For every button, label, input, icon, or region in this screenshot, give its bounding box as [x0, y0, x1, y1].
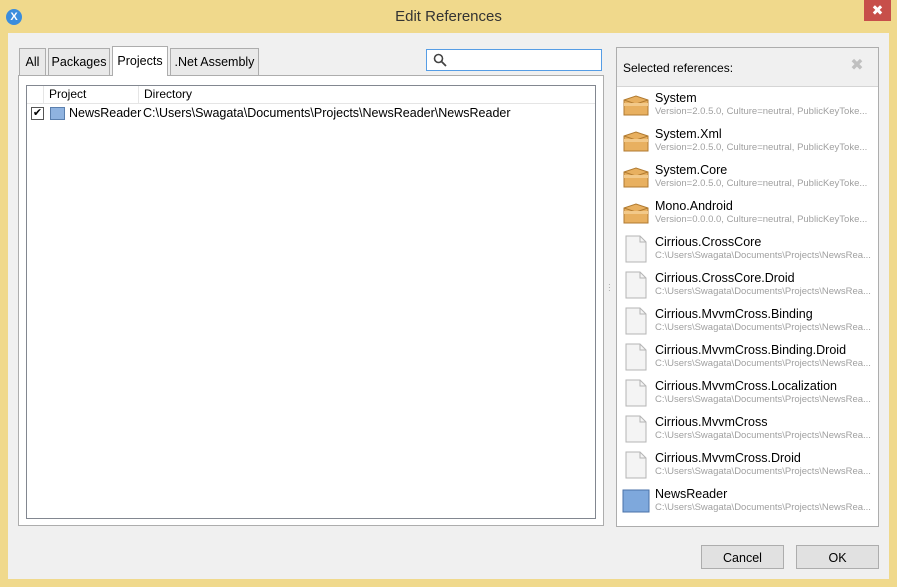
window-title: Edit References: [395, 8, 502, 25]
remove-x-icon[interactable]: ✖: [850, 58, 864, 74]
reference-detail: C:\Users\Swagata\Documents\Projects\News…: [655, 502, 871, 513]
file-icon: [622, 235, 650, 263]
reference-detail: C:\Users\Swagata\Documents\Projects\News…: [655, 286, 871, 297]
cell-project: NewsReader: [69, 106, 142, 120]
reference-detail: Version=2.0.5.0, Culture=neutral, Public…: [655, 106, 868, 117]
file-icon: [622, 379, 650, 407]
reference-name: Cirrious.CrossCore: [655, 235, 762, 249]
file-icon: [622, 271, 650, 299]
cell-directory: C:\Users\Swagata\Documents\Projects\News…: [143, 106, 511, 120]
reference-name: Cirrious.CrossCore.Droid: [655, 271, 795, 285]
reference-item[interactable]: Cirrious.MvvmCross C:\Users\Swagata\Docum…: [617, 411, 878, 447]
reference-detail: C:\Users\Swagata\Documents\Projects\News…: [655, 322, 871, 333]
reference-name: System: [655, 91, 697, 105]
reference-name: System.Core: [655, 163, 728, 177]
reference-item[interactable]: Mono.Android Version=0.0.0.0, Culture=neu…: [617, 195, 878, 231]
package-icon: [622, 127, 650, 155]
file-icon: [622, 307, 650, 335]
reference-item[interactable]: Cirrious.MvvmCross.Localization C:\Users\…: [617, 375, 878, 411]
reference-item[interactable]: System Version=2.0.5.0, Culture=neutral, …: [617, 87, 878, 123]
reference-item[interactable]: System.Xml Version=2.0.5.0, Culture=neutr…: [617, 123, 878, 159]
column-header-project[interactable]: Project: [43, 86, 138, 103]
project-icon: [50, 107, 65, 120]
reference-detail: C:\Users\Swagata\Documents\Projects\News…: [655, 430, 871, 441]
reference-name: Cirrious.MvvmCross: [655, 415, 768, 429]
tab-all[interactable]: All: [19, 48, 46, 75]
reference-name: Cirrious.MvvmCross.Binding: [655, 307, 813, 321]
title-bar: X Edit References ✖: [0, 0, 897, 33]
reference-item[interactable]: Cirrious.MvvmCross.Droid C:\Users\Swagata…: [617, 447, 878, 483]
reference-detail: C:\Users\Swagata\Documents\Projects\News…: [655, 394, 871, 405]
package-icon: [622, 199, 650, 227]
reference-item[interactable]: Cirrious.MvvmCross.Binding C:\Users\Swaga…: [617, 303, 878, 339]
reference-item[interactable]: System.Core Version=2.0.5.0, Culture=neut…: [617, 159, 878, 195]
reference-item[interactable]: Cirrious.CrossCore C:\Users\Swagata\Docum…: [617, 231, 878, 267]
selected-references-panel: Selected references: ✖ System Version=2.0…: [616, 47, 879, 527]
reference-name: Cirrious.MvvmCross.Localization: [655, 379, 837, 393]
file-icon: [622, 415, 650, 443]
reference-item[interactable]: Cirrious.CrossCore.Droid C:\Users\Swagata…: [617, 267, 878, 303]
project-icon: [622, 487, 650, 515]
reference-name: NewsReader: [655, 487, 728, 501]
reference-name: System.Xml: [655, 127, 722, 141]
package-icon: [622, 163, 650, 191]
reference-item[interactable]: NewsReader C:\Users\Swagata\Documents\Pro…: [617, 483, 878, 519]
search-input[interactable]: [449, 51, 597, 69]
splitter-grip[interactable]: · · ·: [608, 281, 611, 295]
tab-net-assembly[interactable]: .Net Assembly: [170, 48, 259, 75]
cancel-button[interactable]: Cancel: [701, 545, 784, 569]
selected-references-title: Selected references:: [623, 61, 734, 75]
search-icon: [433, 53, 447, 67]
ok-button[interactable]: OK: [796, 545, 879, 569]
tab-packages[interactable]: Packages: [48, 48, 110, 75]
dialog-body: All Packages Projects .Net Assembly Proj…: [8, 33, 889, 579]
table-row[interactable]: ✔ NewsReader C:\Users\Swagata\Documents\…: [27, 104, 595, 124]
reference-name: Cirrious.MvvmCross.Binding.Droid: [655, 343, 847, 357]
close-button[interactable]: ✖: [864, 0, 891, 21]
tab-projects[interactable]: Projects: [112, 46, 168, 76]
selected-references-header: Selected references: ✖: [617, 48, 878, 87]
reference-detail: C:\Users\Swagata\Documents\Projects\News…: [655, 250, 871, 261]
reference-detail: Version=2.0.5.0, Culture=neutral, Public…: [655, 178, 868, 189]
column-header-directory[interactable]: Directory: [138, 86, 595, 103]
package-icon: [622, 91, 650, 119]
reference-detail: Version=0.0.0.0, Culture=neutral, Public…: [655, 214, 868, 225]
project-checkbox[interactable]: ✔: [31, 107, 44, 120]
file-icon: [622, 451, 650, 479]
reference-name: Cirrious.MvvmCross.Droid: [655, 451, 801, 465]
reference-detail: C:\Users\Swagata\Documents\Projects\News…: [655, 358, 871, 369]
projects-table: Project Directory ✔ NewsReader C:\Users\…: [26, 85, 596, 519]
reference-detail: C:\Users\Swagata\Documents\Projects\News…: [655, 466, 871, 477]
search-box[interactable]: [426, 49, 602, 71]
table-header: Project Directory: [27, 86, 595, 104]
reference-name: Mono.Android: [655, 199, 733, 213]
file-icon: [622, 343, 650, 371]
reference-item[interactable]: Cirrious.MvvmCross.Binding.Droid C:\Users…: [617, 339, 878, 375]
projects-panel: Project Directory ✔ NewsReader C:\Users\…: [18, 75, 604, 526]
reference-detail: Version=2.0.5.0, Culture=neutral, Public…: [655, 142, 868, 153]
